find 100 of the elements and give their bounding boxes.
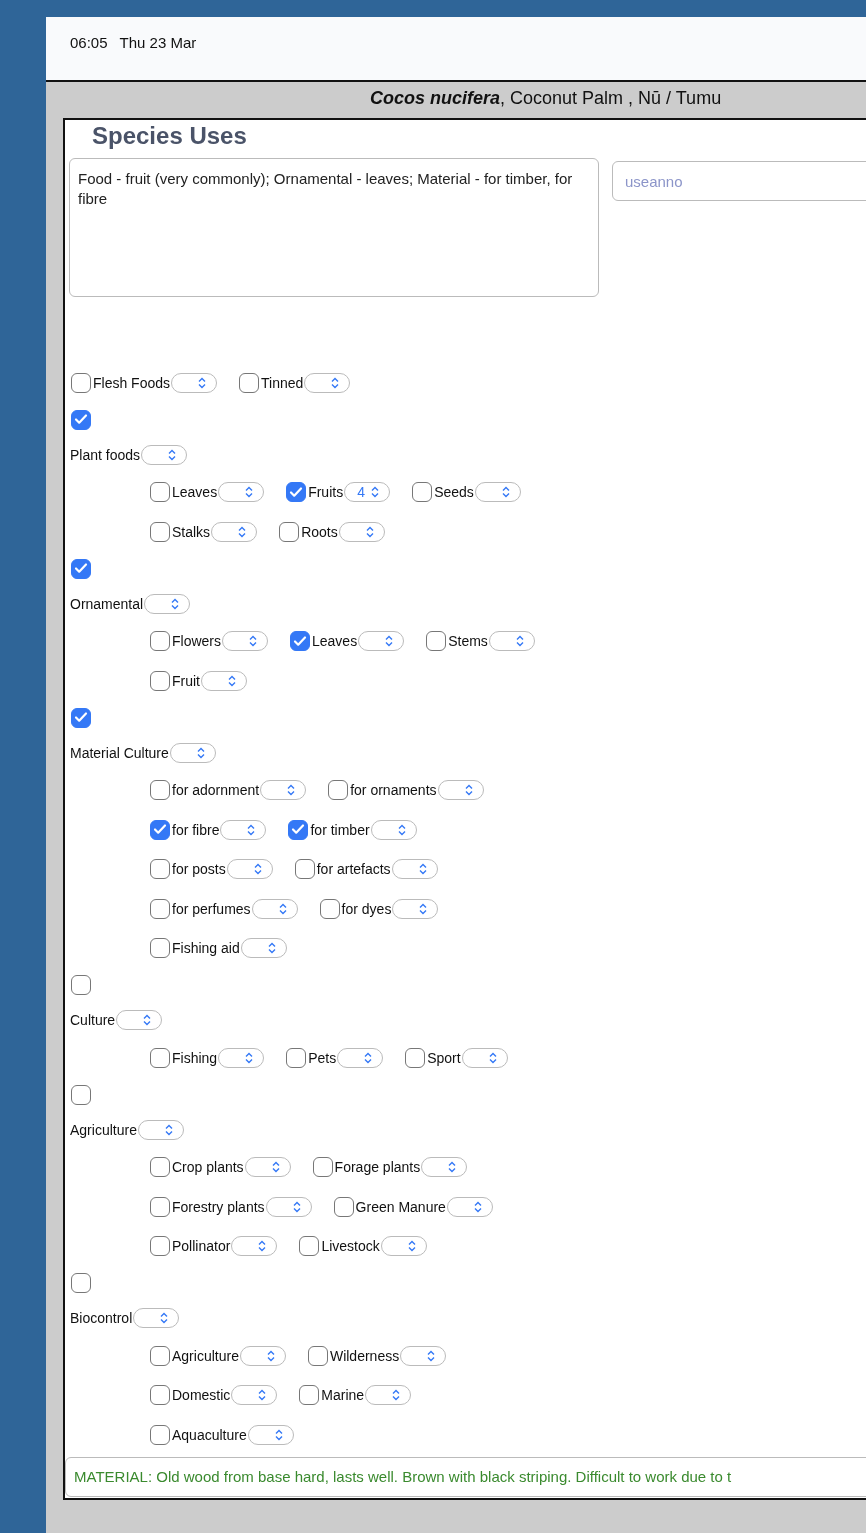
dropdown[interactable] (116, 1010, 163, 1030)
dropdown[interactable] (171, 372, 218, 393)
checkbox[interactable] (290, 631, 310, 652)
dropdown[interactable] (231, 1385, 278, 1406)
dropdown[interactable] (358, 631, 405, 652)
dropdown[interactable] (391, 859, 438, 880)
checkbox[interactable] (71, 1084, 91, 1105)
dropdown[interactable] (380, 1236, 427, 1257)
dropdown[interactable] (338, 521, 385, 542)
dropdown[interactable] (137, 1119, 184, 1140)
checkbox[interactable] (150, 631, 170, 652)
checkbox[interactable] (150, 859, 170, 880)
checkbox[interactable] (286, 1047, 307, 1068)
checkbox[interactable] (150, 1157, 170, 1178)
checkbox[interactable] (150, 1345, 170, 1366)
checkbox[interactable] (299, 1236, 320, 1257)
dropdown[interactable] (231, 1236, 278, 1257)
checkbox[interactable] (150, 938, 170, 959)
dropdown[interactable] (446, 1196, 493, 1217)
checkbox[interactable] (312, 1157, 333, 1178)
checkbox[interactable] (286, 482, 307, 503)
checkbox[interactable] (150, 670, 170, 691)
checkbox[interactable] (279, 521, 300, 542)
checkbox[interactable] (412, 482, 433, 503)
checkbox[interactable] (150, 780, 170, 801)
checkbox[interactable] (150, 898, 170, 919)
option-label: Stalks (171, 523, 211, 540)
dropdown[interactable] (218, 1047, 265, 1068)
dropdown[interactable] (222, 631, 268, 652)
dropdown[interactable] (251, 898, 298, 919)
dropdown[interactable] (304, 372, 351, 393)
dropdown[interactable] (218, 482, 265, 503)
chevron-icon (266, 1349, 275, 1362)
dropdown[interactable] (244, 1157, 291, 1178)
chevron-icon (164, 1123, 173, 1136)
checkbox[interactable] (150, 819, 170, 840)
checkbox[interactable] (319, 898, 340, 919)
species-title: Cocos nucifera, Coconut Palm , Nū / Tumu (369, 88, 723, 110)
chevron-icon (464, 784, 473, 797)
dropdown[interactable] (144, 593, 191, 614)
dropdown[interactable] (260, 780, 307, 801)
dropdown[interactable] (400, 1345, 447, 1366)
checkbox[interactable] (328, 780, 349, 801)
annotation-field[interactable]: useanno (612, 161, 866, 201)
checkbox[interactable] (288, 819, 309, 840)
checkbox[interactable] (426, 631, 447, 652)
dropdown[interactable] (133, 1308, 180, 1328)
checkbox[interactable] (239, 372, 260, 393)
chevron-icon (515, 635, 524, 648)
chevron-icon (198, 376, 207, 389)
dropdown[interactable] (265, 1196, 312, 1217)
dropdown[interactable] (239, 1345, 286, 1366)
dropdown[interactable] (370, 819, 417, 840)
dropdown[interactable]: 4 (344, 482, 391, 503)
checkbox[interactable] (71, 1273, 91, 1293)
chevron-icon (267, 942, 276, 955)
dropdown[interactable] (365, 1385, 412, 1406)
checkbox[interactable] (150, 1385, 170, 1406)
checkbox[interactable] (150, 1424, 170, 1445)
checkbox[interactable] (150, 521, 170, 542)
checkbox[interactable] (150, 1047, 170, 1068)
dropdown[interactable] (141, 444, 188, 465)
dropdown[interactable] (437, 780, 484, 801)
notes-field[interactable]: MATERIAL: Old wood from base hard, lasts well. Brown with black striping. Difficult to work due to t (65, 1456, 866, 1497)
checkbox[interactable] (333, 1196, 354, 1217)
checkbox[interactable] (405, 1047, 426, 1068)
dropdown[interactable] (169, 742, 216, 763)
checkbox[interactable] (71, 372, 91, 393)
dropdown[interactable] (226, 859, 273, 880)
dropdown[interactable] (247, 1424, 294, 1445)
dropdown[interactable] (474, 482, 521, 503)
dropdown[interactable] (220, 819, 267, 840)
dropdown[interactable] (421, 1157, 468, 1178)
dropdown[interactable] (240, 938, 287, 959)
checkbox[interactable] (71, 975, 91, 995)
checkbox[interactable] (71, 558, 91, 579)
dropdown[interactable] (337, 1047, 384, 1068)
dropdown[interactable] (488, 631, 535, 652)
checkbox[interactable] (150, 482, 170, 503)
checkbox[interactable] (299, 1385, 320, 1406)
option-label: Crop plants (171, 1159, 244, 1176)
uses-text-area[interactable]: Food - fruit (very commonly); Ornamental - leaves; Material - for timber, for fibre (69, 158, 599, 297)
option-label: Pets (307, 1049, 337, 1066)
checkbox[interactable] (150, 1236, 170, 1257)
option-label: Fishing aid (171, 940, 240, 957)
chevron-icon (238, 525, 247, 538)
checkbox[interactable] (71, 409, 91, 430)
chevron-icon (247, 823, 256, 836)
checkbox[interactable] (150, 1196, 170, 1217)
checkbox[interactable] (307, 1345, 328, 1366)
dropdown[interactable] (211, 521, 258, 542)
checkbox[interactable] (71, 707, 91, 728)
checkbox[interactable] (294, 859, 315, 880)
option-label: Tinned (260, 374, 304, 391)
option-label: Marine (320, 1387, 365, 1404)
dropdown[interactable] (201, 670, 247, 691)
chevron-icon (287, 784, 296, 797)
status-date: Thu 23 Mar (119, 34, 197, 53)
dropdown[interactable] (392, 898, 439, 919)
dropdown[interactable] (461, 1047, 508, 1068)
